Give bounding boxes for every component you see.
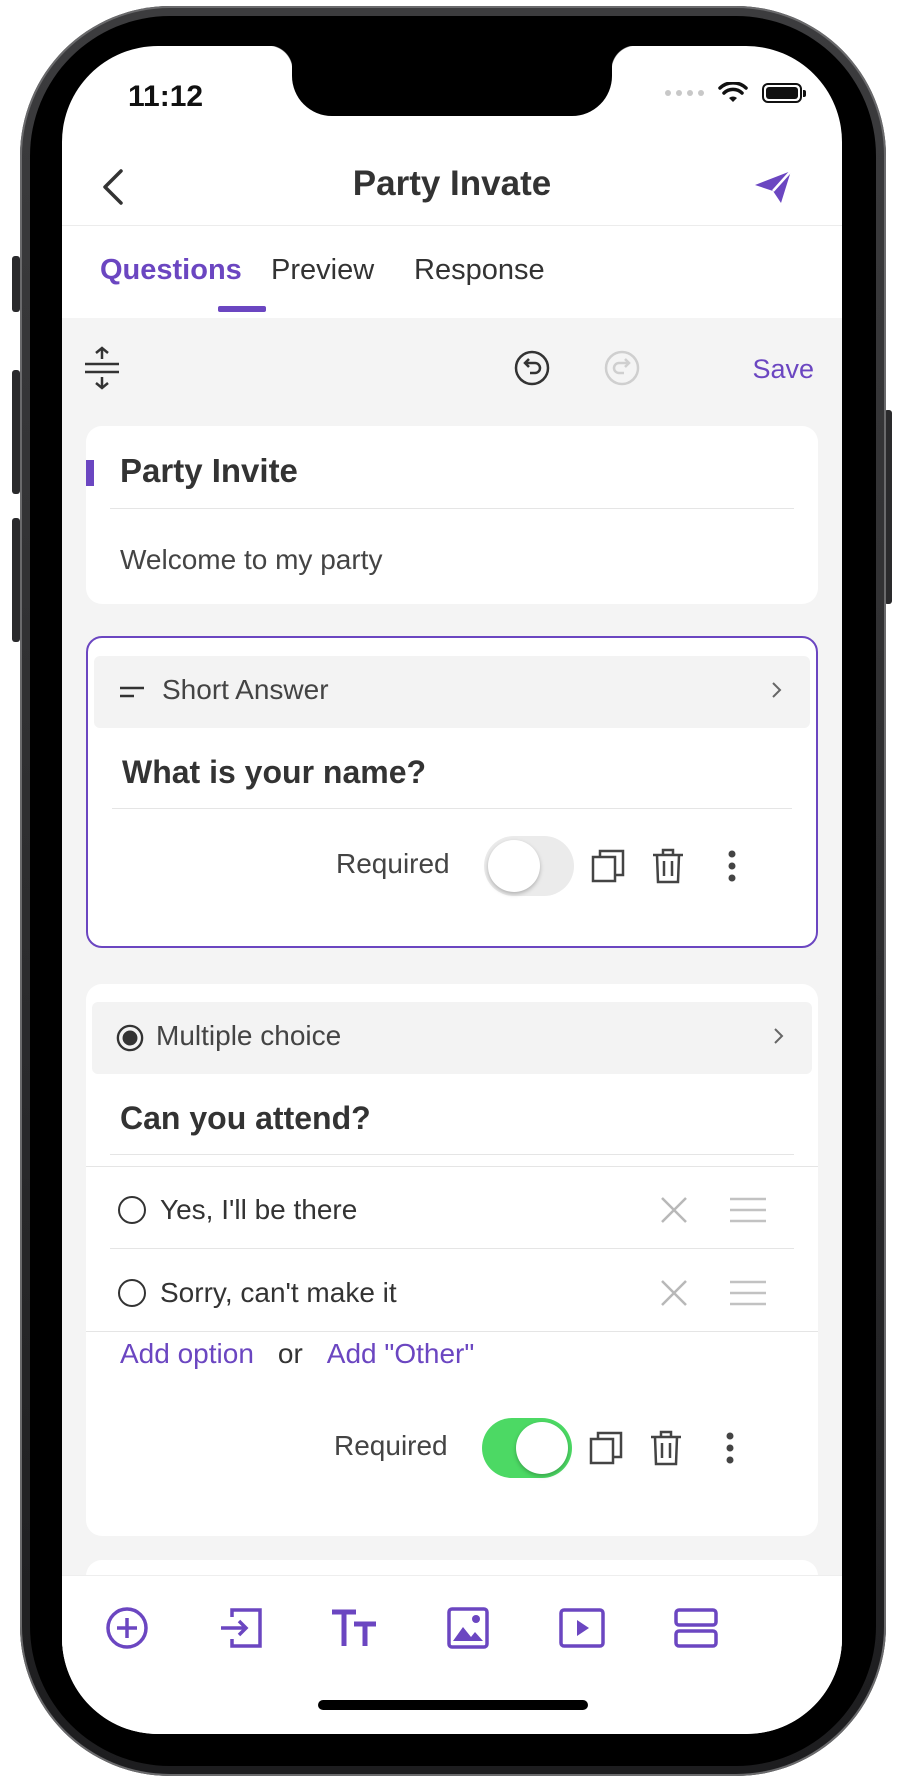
radio-empty-icon	[118, 1196, 146, 1224]
add-video-icon	[559, 1608, 605, 1648]
add-title-text-icon	[332, 1609, 376, 1646]
option-row: Yes, I'll be there	[86, 1166, 818, 1258]
signal-dots-icon	[665, 90, 704, 96]
tab-preview[interactable]: Preview	[271, 254, 374, 287]
undo-button[interactable]	[512, 348, 552, 388]
nav-header: Party Invate	[62, 146, 842, 226]
edit-toolbar: Save	[62, 318, 842, 418]
question-divider	[112, 808, 792, 809]
bottom-toolbar	[62, 1576, 842, 1734]
import-question-icon	[221, 1608, 262, 1648]
question-type-label: Short Answer	[162, 674, 329, 705]
add-option-link[interactable]: Add option	[120, 1338, 254, 1369]
status-time: 11:12	[128, 80, 204, 113]
remove-option-icon[interactable]	[658, 1277, 690, 1309]
add-section-button[interactable]	[666, 1598, 726, 1658]
redo-button[interactable]	[602, 348, 642, 388]
import-question-button[interactable]	[211, 1598, 271, 1658]
option-row: Sorry, can't make it	[86, 1249, 818, 1341]
question-actions: Required	[86, 1414, 818, 1484]
add-section-icon	[674, 1608, 718, 1648]
notch	[268, 46, 636, 116]
question-actions: Required	[88, 832, 816, 902]
app-screen: 11:12 Party Invate Questions Preview Res…	[62, 46, 842, 1734]
battery-icon	[762, 83, 806, 103]
tab-bar: Questions Preview Response	[62, 226, 842, 318]
question-type-label: Multiple choice	[156, 1020, 342, 1051]
drag-handle-icon[interactable]	[728, 1196, 768, 1224]
form-description[interactable]: Welcome to my party	[120, 544, 382, 576]
add-video-button[interactable]	[552, 1598, 612, 1658]
required-toggle[interactable]	[482, 1418, 572, 1478]
form-title[interactable]: Party Invite	[120, 452, 298, 490]
duplicate-button[interactable]	[582, 1424, 630, 1472]
question-text[interactable]: Can you attend?	[120, 1100, 371, 1137]
more-options-button[interactable]	[708, 842, 756, 890]
tab-questions[interactable]: Questions	[100, 254, 242, 287]
questions-content: Save Party Invite Welcome to my party Sh…	[62, 318, 842, 1620]
copy-icon	[589, 1431, 623, 1465]
question-type-selector[interactable]: Short Answer	[94, 656, 810, 728]
required-toggle[interactable]	[484, 836, 574, 896]
form-header-card[interactable]: Party Invite Welcome to my party	[86, 426, 818, 604]
accent-bar	[86, 460, 94, 486]
short-answer-icon	[118, 678, 146, 706]
undo-icon	[514, 350, 550, 386]
chevron-right-icon	[772, 682, 782, 698]
option-label[interactable]: Yes, I'll be there	[160, 1194, 357, 1226]
redo-icon	[604, 350, 640, 386]
or-text: or	[277, 1338, 303, 1369]
question-type-selector[interactable]: Multiple choice	[92, 1002, 812, 1074]
add-image-icon	[447, 1607, 489, 1649]
required-label: Required	[334, 1430, 448, 1461]
question-card-multiple-choice[interactable]: Multiple choice Can you attend? Yes, I'l…	[86, 984, 818, 1536]
mute-switch	[12, 256, 20, 312]
volume-down-button	[12, 518, 20, 642]
trash-icon	[653, 848, 683, 884]
question-card-short-answer[interactable]: Short Answer What is your name? Required	[86, 636, 818, 948]
add-image-button[interactable]	[438, 1598, 498, 1658]
paper-plane-icon	[755, 170, 792, 203]
page-title: Party Invate	[352, 164, 552, 203]
delete-button[interactable]	[642, 1424, 690, 1472]
status-icons	[665, 82, 806, 104]
more-options-button[interactable]	[706, 1424, 754, 1472]
more-vertical-icon	[726, 1432, 734, 1464]
radio-filled-icon	[116, 1024, 144, 1052]
drag-handle-icon[interactable]	[728, 1279, 768, 1307]
add-question-icon	[106, 1607, 148, 1649]
more-vertical-icon	[728, 850, 736, 882]
duplicate-button[interactable]	[584, 842, 632, 890]
trash-icon	[651, 1430, 681, 1466]
collapse-expand-button[interactable]	[82, 344, 122, 392]
add-other-link[interactable]: Add "Other"	[327, 1338, 475, 1369]
volume-up-button	[12, 370, 20, 494]
home-indicator	[318, 1700, 588, 1710]
copy-icon	[591, 849, 625, 883]
active-tab-indicator	[218, 306, 266, 312]
collapse-expand-icon	[85, 346, 119, 390]
options-bottom-divider	[86, 1331, 818, 1332]
chevron-right-icon	[774, 1028, 784, 1044]
add-option-row: Add option or Add "Other"	[120, 1338, 474, 1370]
tab-response[interactable]: Response	[414, 254, 545, 287]
add-title-text-button[interactable]	[324, 1598, 384, 1658]
add-question-button[interactable]	[97, 1598, 157, 1658]
required-label: Required	[336, 848, 450, 879]
question-text[interactable]: What is your name?	[122, 754, 426, 791]
question-divider	[110, 1154, 794, 1155]
radio-empty-icon	[118, 1279, 146, 1307]
delete-button[interactable]	[644, 842, 692, 890]
wifi-icon	[718, 82, 748, 102]
save-button[interactable]: Save	[752, 354, 814, 385]
remove-option-icon[interactable]	[658, 1194, 690, 1226]
option-label[interactable]: Sorry, can't make it	[160, 1277, 397, 1309]
form-title-divider	[110, 508, 794, 509]
send-button[interactable]	[748, 162, 798, 212]
